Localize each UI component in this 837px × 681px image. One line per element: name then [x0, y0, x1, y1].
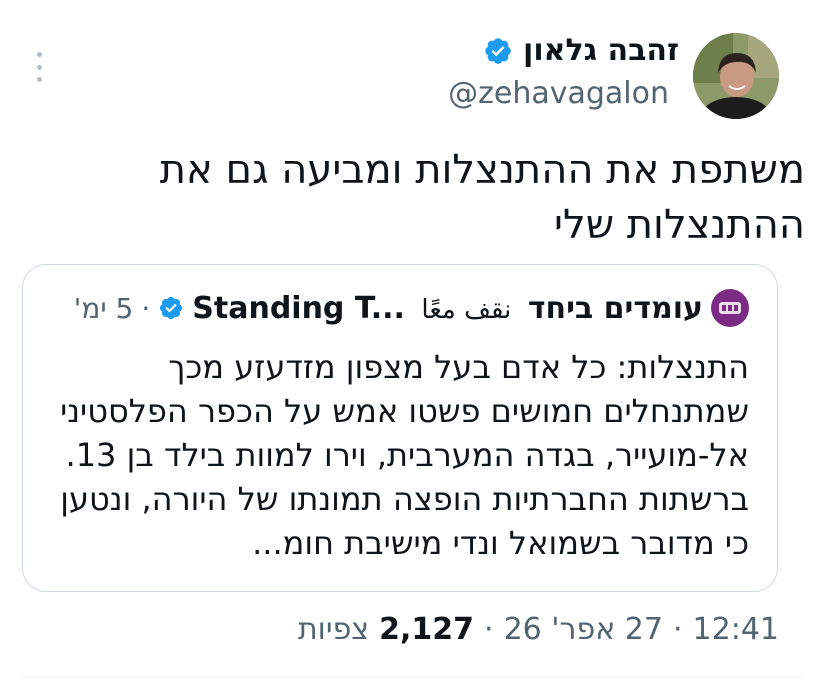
quoted-author-logo-icon: [719, 302, 741, 314]
more-dot: [36, 77, 42, 82]
quoted-author-name-arabic: نقف معًا: [421, 294, 512, 325]
quoted-author-name-english: Standing T...: [192, 290, 405, 326]
meta-separator: ·: [672, 612, 683, 647]
quoted-timestamp[interactable]: 5 ימ': [74, 292, 134, 325]
more-dot: [36, 52, 42, 57]
author-display-name[interactable]: זהבה גלאון: [523, 34, 679, 68]
quoted-author-name-hebrew: עומדים ביחד: [527, 290, 703, 326]
quoted-author-avatar[interactable]: [711, 289, 749, 327]
author-avatar-image: [693, 33, 779, 119]
verified-badge-icon: [160, 296, 183, 320]
meta-separator: ·: [484, 612, 494, 647]
quoted-tweet-header: עומדים ביחד نقف معًا Standing T... · 5 י…: [74, 289, 749, 327]
quoted-author-name[interactable]: עומדים ביחד نقف معًا Standing T...: [192, 291, 703, 326]
tweet-meta: 12:41 · 27 אפר' 26 · 2,127 צפיות: [298, 612, 779, 647]
tweet-text: משתפת את ההתנצלות ומביעה גם את ההתנצלות …: [159, 147, 805, 248]
quoted-tweet-card[interactable]: עומדים ביחד نقف معًا Standing T... · 5 י…: [22, 264, 778, 592]
more-dot: [36, 64, 42, 70]
views-label: צפיות: [297, 612, 370, 647]
tweet-time[interactable]: 12:41: [693, 612, 779, 647]
views-count[interactable]: 2,127: [379, 612, 474, 647]
author-avatar[interactable]: [693, 33, 779, 119]
author-name-row[interactable]: זהבה גלאון: [483, 34, 679, 68]
more-options-button[interactable]: [30, 52, 48, 82]
divider: [22, 676, 802, 677]
tweet-date[interactable]: 27 אפר' 26: [504, 612, 663, 647]
author-handle[interactable]: @zehavagalon: [448, 76, 669, 112]
quoted-tweet-text: התנצלות: כל אדם בעל מצפון מזדעזע מכך שמת…: [60, 348, 749, 562]
verified-badge-icon: [485, 38, 511, 64]
quoted-separator: ·: [141, 291, 151, 325]
